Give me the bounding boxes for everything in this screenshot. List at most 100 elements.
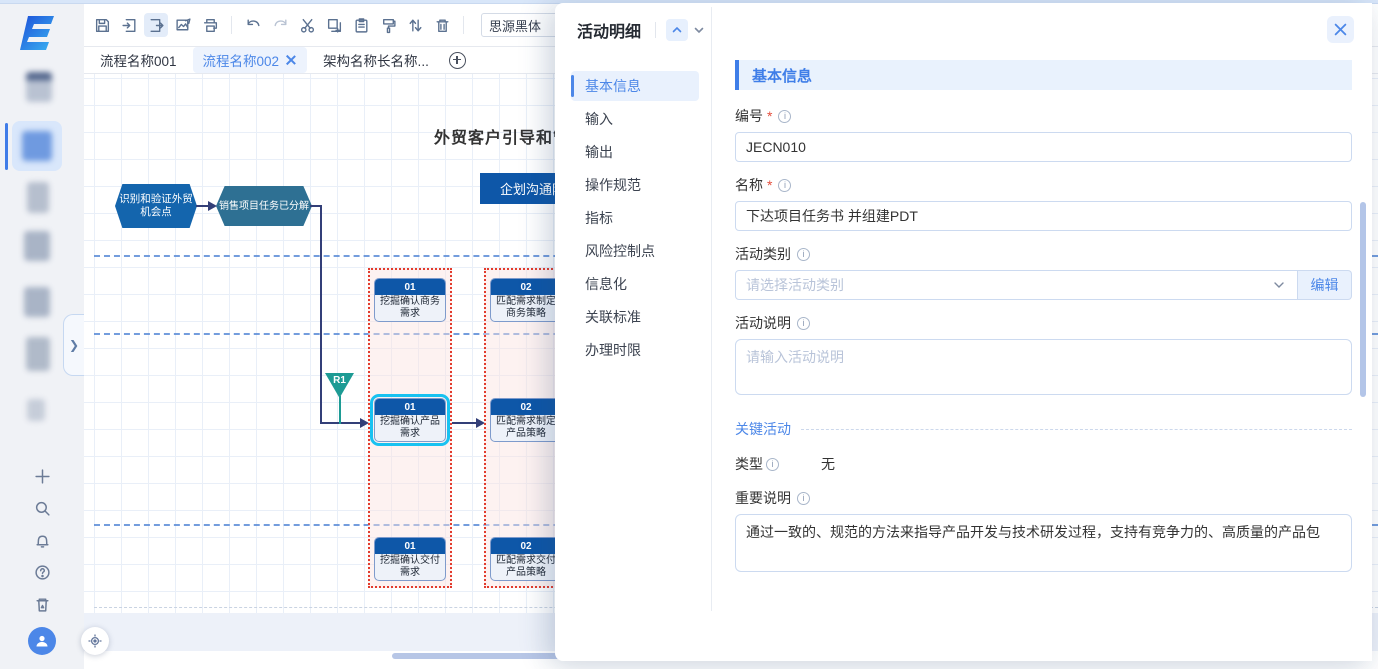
sidebar-item-4[interactable] <box>24 287 50 317</box>
paste-icon[interactable] <box>349 13 373 37</box>
activity-box-02-business[interactable]: 02 匹配需求制定 商务策略 <box>490 278 562 322</box>
app-logo-icon <box>20 12 58 52</box>
activity-number: 02 <box>491 279 561 295</box>
nav-risk-control[interactable]: 风险控制点 <box>571 236 699 266</box>
format-brush-icon[interactable] <box>376 13 400 37</box>
activity-number: 01 <box>375 279 445 295</box>
app-root: ❯ 思源黑体 14 <box>0 0 1378 669</box>
import-file-icon[interactable] <box>117 13 141 37</box>
activity-label: 匹配需求制定 产品策略 <box>491 415 561 440</box>
undo-icon[interactable] <box>241 13 265 37</box>
next-activity-button[interactable] <box>688 19 710 41</box>
number-input[interactable] <box>735 132 1352 162</box>
connector-line <box>452 422 478 424</box>
close-panel-button[interactable] <box>1327 16 1354 43</box>
name-label: 名称*i <box>735 175 1352 195</box>
nav-processing-time[interactable]: 办理时限 <box>571 335 699 365</box>
label-text: 活动类别 <box>735 244 791 264</box>
info-icon[interactable]: i <box>766 458 779 471</box>
copy-icon[interactable] <box>322 13 346 37</box>
redo-icon[interactable] <box>268 13 292 37</box>
sidebar-active-indicator <box>5 123 8 170</box>
swap-icon[interactable] <box>403 13 427 37</box>
sidebar-item-3[interactable] <box>24 231 50 261</box>
add-button[interactable] <box>31 465 53 487</box>
key-activity-section: 关键活动 <box>735 419 1352 439</box>
activity-box-02-delivery[interactable]: 02 匹配需求交付 产品策略 <box>490 537 562 581</box>
tab-process-001[interactable]: 流程名称001 <box>90 47 187 73</box>
activity-box-01-product-selected[interactable]: 01 挖掘确认产品 需求 <box>374 398 446 442</box>
sidebar-item-6[interactable] <box>27 399 45 421</box>
r1-risk-marker[interactable]: R1 <box>325 373 354 398</box>
note-label: 重要说明 i <box>735 488 1352 508</box>
nav-related-standards[interactable]: 关联标准 <box>571 302 699 332</box>
panel-scrollbar-thumb[interactable] <box>1360 202 1366 397</box>
close-tab-icon[interactable] <box>285 54 297 66</box>
type-value: 无 <box>821 454 835 474</box>
tab-process-002[interactable]: 流程名称002 <box>193 47 308 73</box>
type-row: 类型i 无 <box>735 454 1352 474</box>
label-text: 重要说明 <box>735 488 791 508</box>
sidebar-item-2[interactable] <box>27 182 49 213</box>
activity-box-01-delivery[interactable]: 01 挖掘确认交付 需求 <box>374 537 446 581</box>
tab-architecture[interactable]: 架构名称长名称... <box>313 47 439 73</box>
hexagon-start-event[interactable]: 识别和验证外贸 机会点 <box>115 184 197 228</box>
help-button[interactable] <box>31 561 53 583</box>
user-avatar[interactable] <box>28 627 56 655</box>
nav-basic-info[interactable]: 基本信息 <box>571 71 699 101</box>
add-tab-button[interactable] <box>449 52 466 69</box>
r1-connector-stem <box>339 396 341 424</box>
activity-box-02-product[interactable]: 02 匹配需求制定 产品策略 <box>490 398 562 442</box>
activity-number: 01 <box>375 538 445 554</box>
activity-label: 匹配需求制定 商务策略 <box>491 295 561 320</box>
section-title: 基本信息 <box>752 65 812 86</box>
notification-bell-button[interactable] <box>31 529 53 551</box>
activity-label: 匹配需求交付 产品策略 <box>491 554 561 579</box>
sidebar-expand-handle[interactable]: ❯ <box>63 314 84 376</box>
key-activity-title: 关键活动 <box>735 419 791 439</box>
delete-icon[interactable] <box>430 13 454 37</box>
activity-label: 挖掘确认产品 需求 <box>375 415 445 440</box>
required-asterisk: * <box>767 177 772 193</box>
locate-button[interactable] <box>81 627 109 655</box>
connector-line <box>320 422 362 424</box>
export-image-icon[interactable] <box>171 13 195 37</box>
activity-box-01-business[interactable]: 01 挖掘确认商务 需求 <box>374 278 446 322</box>
nav-output[interactable]: 输出 <box>571 137 699 167</box>
nav-input[interactable]: 输入 <box>571 104 699 134</box>
info-icon[interactable]: i <box>778 179 791 192</box>
info-icon[interactable]: i <box>797 492 810 505</box>
activity-number: 02 <box>491 399 561 415</box>
search-button[interactable] <box>31 497 53 519</box>
nav-operation-spec[interactable]: 操作规范 <box>571 170 699 200</box>
label-text: 活动说明 <box>735 313 791 333</box>
info-icon[interactable]: i <box>797 317 810 330</box>
activity-label: 挖掘确认交付 需求 <box>375 554 445 579</box>
activity-number: 02 <box>491 538 561 554</box>
dashed-separator <box>801 429 1352 430</box>
info-icon[interactable]: i <box>778 110 791 123</box>
trash-button[interactable] <box>31 593 53 615</box>
panel-side-nav: 基本信息 输入 输出 操作规范 指标 风险控制点 信息化 关联标准 办理时限 <box>555 57 711 661</box>
description-textarea[interactable] <box>735 339 1352 395</box>
cut-icon[interactable] <box>295 13 319 37</box>
sidebar-item-home[interactable] <box>26 72 52 102</box>
activity-number: 01 <box>375 399 445 415</box>
description-label: 活动说明 i <box>735 313 1352 333</box>
connector-line <box>320 205 322 424</box>
nav-indicators[interactable]: 指标 <box>571 203 699 233</box>
note-textarea[interactable]: 通过一致的、规范的方法来指导产品开发与技术研发过程，支持有竞争力的、高质量的产品… <box>735 514 1352 572</box>
tab-label: 架构名称长名称... <box>323 50 429 70</box>
print-icon[interactable] <box>198 13 222 37</box>
category-select[interactable]: 请选择活动类别 <box>735 270 1298 300</box>
hexagon-milestone[interactable]: 销售项目任务已分解 <box>216 186 312 226</box>
name-input[interactable] <box>735 201 1352 231</box>
section-header-basic-info: 基本信息 <box>735 60 1352 90</box>
save-icon[interactable] <box>90 13 114 37</box>
previous-activity-button[interactable] <box>666 19 688 41</box>
category-edit-button[interactable]: 编辑 <box>1298 270 1352 300</box>
info-icon[interactable]: i <box>797 248 810 261</box>
nav-informatization[interactable]: 信息化 <box>571 269 699 299</box>
sidebar-item-5[interactable] <box>26 337 50 371</box>
export-file-icon[interactable] <box>144 13 168 37</box>
